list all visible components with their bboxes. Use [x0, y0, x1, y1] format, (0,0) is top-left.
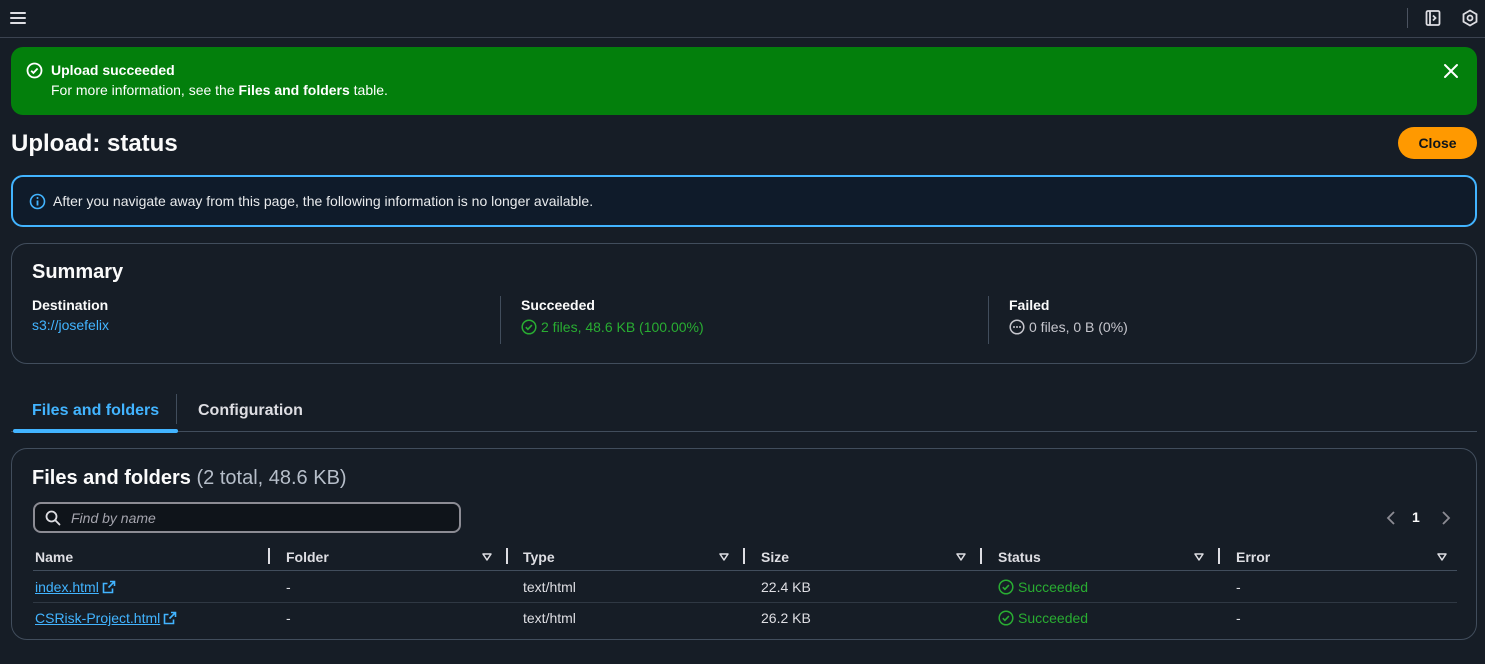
- table-row: index.html - text/html 22.4 KB Succeeded…: [33, 572, 1457, 603]
- column-resizer[interactable]: [743, 548, 745, 564]
- column-header-name[interactable]: Name: [35, 544, 73, 570]
- tab-configuration[interactable]: Configuration: [198, 390, 303, 432]
- search-icon: [45, 510, 61, 526]
- file-name: CSRisk-Project.html: [35, 610, 161, 626]
- info-alert-text: After you navigate away from this page, …: [53, 193, 594, 209]
- error-cell: -: [1236, 579, 1241, 595]
- status-cell: Succeeded: [998, 572, 1088, 602]
- column-header-status[interactable]: Status: [998, 544, 1041, 570]
- column-header-type[interactable]: Type: [523, 544, 555, 570]
- type-cell: text/html: [523, 579, 576, 595]
- destination-link[interactable]: s3://josefelix: [32, 317, 109, 333]
- top-navigation-bar: [0, 0, 1485, 38]
- flash-body: For more information, see the Files and …: [51, 82, 388, 98]
- summary-container: Summary Destination s3://josefelix Succe…: [11, 243, 1477, 364]
- destination-label: Destination: [32, 297, 109, 313]
- next-page-chevron-icon[interactable]: [1439, 509, 1453, 527]
- column-resizer[interactable]: [268, 548, 270, 564]
- topbar-divider: [1407, 8, 1408, 28]
- info-alert: After you navigate away from this page, …: [11, 175, 1477, 227]
- info-icon: [29, 193, 46, 210]
- hexagon-settings-icon[interactable]: [1461, 9, 1479, 27]
- failed-label: Failed: [1009, 297, 1050, 313]
- tab-files-and-folders[interactable]: Files and folders: [13, 390, 179, 433]
- files-heading-text: Files and folders: [32, 467, 191, 489]
- sort-caret-down-icon[interactable]: [719, 553, 729, 561]
- files-count: (2 total, 48.6 KB): [196, 467, 347, 489]
- size-cell: 26.2 KB: [761, 610, 811, 626]
- sort-caret-down-icon[interactable]: [1194, 553, 1204, 561]
- status-cell: Succeeded: [998, 603, 1088, 633]
- summary-divider: [500, 296, 501, 344]
- files-and-folders-container: Files and folders (2 total, 48.6 KB) 1 N…: [11, 448, 1477, 640]
- success-check-icon: [521, 319, 537, 335]
- flash-body-suffix: table.: [349, 82, 388, 98]
- external-link-icon: [163, 611, 177, 625]
- find-by-name-input[interactable]: [71, 507, 451, 529]
- dismiss-flash-close-icon[interactable]: [1442, 62, 1460, 80]
- summary-title: Summary: [32, 261, 124, 283]
- tab-list: Files and folders Configuration: [11, 390, 1477, 433]
- tab-divider: [176, 394, 177, 424]
- type-cell: text/html: [523, 610, 576, 626]
- destination-column: Destination s3://josefelix: [32, 297, 109, 345]
- column-header-folder[interactable]: Folder: [286, 544, 329, 570]
- flash-title: Upload succeeded: [51, 62, 175, 78]
- failed-column: Failed 0 files, 0 B (0%): [1009, 297, 1128, 345]
- check-circle-icon: [26, 62, 43, 79]
- error-cell: -: [1236, 610, 1241, 626]
- name-cell: index.html: [35, 572, 116, 602]
- column-header-error[interactable]: Error: [1236, 544, 1270, 570]
- flash-body-bold: Files and folders: [238, 82, 350, 98]
- sort-caret-down-icon[interactable]: [956, 553, 966, 561]
- sort-caret-down-icon[interactable]: [482, 553, 492, 561]
- succeeded-column: Succeeded 2 files, 48.6 KB (100.00%): [521, 297, 704, 345]
- succeeded-label: Succeeded: [521, 297, 595, 313]
- side-panel-icon[interactable]: [1424, 9, 1442, 27]
- summary-divider: [988, 296, 989, 344]
- folder-cell: -: [286, 610, 291, 626]
- pending-dots-icon: [1009, 319, 1025, 335]
- size-cell: 22.4 KB: [761, 579, 811, 595]
- files-heading: Files and folders (2 total, 48.6 KB): [32, 467, 347, 490]
- success-check-icon: [998, 579, 1014, 595]
- status-text: Succeeded: [1018, 610, 1089, 626]
- search-field: [33, 502, 461, 533]
- table-header: Name Folder Type Size Status Error: [33, 544, 1457, 571]
- sort-caret-down-icon[interactable]: [1437, 553, 1447, 561]
- column-resizer[interactable]: [980, 548, 982, 564]
- flash-body-prefix: For more information, see the: [51, 82, 239, 98]
- failed-value: 0 files, 0 B (0%): [1029, 319, 1128, 335]
- page-title: Upload: status: [11, 130, 178, 157]
- file-link[interactable]: index.html: [35, 579, 116, 595]
- status-text: Succeeded: [1018, 579, 1089, 595]
- success-check-icon: [998, 610, 1014, 626]
- folder-cell: -: [286, 579, 291, 595]
- external-link-icon: [102, 580, 116, 594]
- page-number-button[interactable]: 1: [1412, 509, 1420, 527]
- column-resizer[interactable]: [506, 548, 508, 564]
- file-name: index.html: [35, 579, 99, 595]
- column-resizer[interactable]: [1218, 548, 1220, 564]
- close-button[interactable]: Close: [1398, 127, 1477, 159]
- file-link[interactable]: CSRisk-Project.html: [35, 610, 177, 626]
- hamburger-menu-icon[interactable]: [9, 9, 27, 27]
- column-header-size[interactable]: Size: [761, 544, 789, 570]
- name-cell: CSRisk-Project.html: [35, 603, 177, 633]
- succeeded-value: 2 files, 48.6 KB (100.00%): [541, 319, 704, 335]
- upload-success-flash: Upload succeeded For more information, s…: [11, 47, 1477, 115]
- table-row: CSRisk-Project.html - text/html 26.2 KB …: [33, 603, 1457, 634]
- previous-page-chevron-icon[interactable]: [1384, 509, 1398, 527]
